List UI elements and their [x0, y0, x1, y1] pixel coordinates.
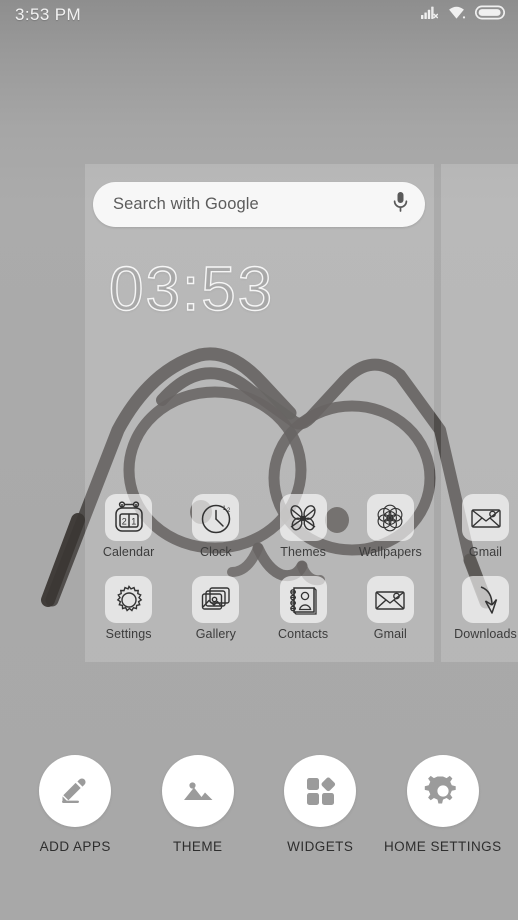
- signal-no-sim-icon: [421, 5, 439, 25]
- home-settings-button[interactable]: HOME SETTINGS: [383, 755, 502, 854]
- pencil-icon[interactable]: [39, 755, 112, 827]
- clock-widget-time: 03:53: [108, 255, 275, 324]
- settings-gear-icon[interactable]: [105, 576, 153, 623]
- app-icon-settings[interactable]: Settings: [85, 576, 172, 641]
- app-icon-wallpapers[interactable]: Wallpapers: [347, 494, 434, 559]
- gallery-photos-icon[interactable]: [192, 576, 240, 623]
- theme-button[interactable]: THEME: [142, 755, 254, 854]
- status-bar: 3:53 PM: [0, 0, 518, 30]
- app-icon-gallery[interactable]: Gallery: [172, 576, 259, 641]
- widgets-button[interactable]: WIDGETS: [264, 755, 376, 854]
- microphone-icon[interactable]: [392, 191, 409, 218]
- toolbar-label: ADD APPS: [39, 839, 111, 854]
- app-label: Gallery: [195, 627, 237, 641]
- themes-butterfly-icon[interactable]: [279, 494, 327, 541]
- home-page-1[interactable]: Search with Google 03:53 2 1 Calendar 1 …: [85, 164, 434, 662]
- wifi-icon: [447, 5, 466, 25]
- search-input[interactable]: Search with Google: [113, 195, 392, 214]
- battery-icon: [474, 5, 506, 25]
- app-icon-calendar[interactable]: 2 1 Calendar: [85, 494, 172, 559]
- status-bar-clock: 3:53 PM: [15, 5, 82, 24]
- clock-widget[interactable]: 03:53: [97, 252, 422, 328]
- app-grid-row-2-page2: Downloads: [441, 576, 518, 641]
- app-label: Downloads: [454, 627, 517, 641]
- app-grid-row-2: Settings Gallery Contacts Gmail: [85, 576, 434, 641]
- home-page-2[interactable]: Gmail Downloads: [441, 164, 518, 662]
- google-search-widget[interactable]: Search with Google: [93, 182, 425, 227]
- contacts-book-icon[interactable]: [279, 576, 327, 623]
- widgets-squares-icon[interactable]: [284, 755, 357, 827]
- toolbar-label: HOME SETTINGS: [383, 839, 502, 854]
- gmail-envelope-icon[interactable]: [366, 576, 414, 623]
- toolbar-label: THEME: [173, 839, 223, 854]
- status-bar-icons: [421, 5, 506, 25]
- toolbar-label: WIDGETS: [287, 839, 354, 854]
- app-label: Calendar: [102, 545, 155, 559]
- app-icon-gmail[interactable]: Gmail: [347, 576, 434, 641]
- app-label: Themes: [280, 545, 326, 559]
- app-label: Gmail: [373, 627, 407, 641]
- gear-icon[interactable]: [406, 755, 479, 827]
- app-icon-downloads[interactable]: Downloads: [441, 576, 518, 641]
- downloads-arrow-icon[interactable]: [462, 576, 509, 623]
- image-icon[interactable]: [161, 755, 234, 827]
- wallpapers-rosette-icon[interactable]: [366, 494, 414, 541]
- app-label: Gmail: [468, 545, 503, 559]
- app-icon-contacts[interactable]: Contacts: [260, 576, 347, 641]
- app-icon-themes[interactable]: Themes: [260, 494, 347, 559]
- app-grid-row-1-page2: Gmail: [441, 494, 518, 559]
- app-label: Wallpapers: [358, 545, 422, 559]
- svg-text:1: 1: [131, 516, 136, 526]
- add-apps-button[interactable]: ADD APPS: [19, 755, 131, 854]
- app-label: Settings: [105, 627, 152, 641]
- app-icon-clock[interactable]: 1 2 Clock: [172, 494, 259, 559]
- calendar-icon[interactable]: 2 1: [105, 494, 153, 541]
- gmail-envelope-icon[interactable]: [462, 494, 509, 541]
- svg-text:2: 2: [121, 516, 126, 526]
- app-icon-gmail-page2[interactable]: Gmail: [441, 494, 518, 559]
- home-edit-toolbar: ADD APPS THEME WIDGETS HOME SETTINGS: [0, 755, 518, 870]
- app-label: Contacts: [278, 627, 329, 641]
- clock-icon[interactable]: 1 2: [192, 494, 240, 541]
- svg-text:2: 2: [227, 508, 231, 514]
- app-label: Clock: [199, 545, 232, 559]
- home-screen-pages: Search with Google 03:53 2 1 Calendar 1 …: [0, 164, 518, 662]
- app-grid-row-1: 2 1 Calendar 1 2 Clock Themes Wallpapers: [85, 494, 434, 559]
